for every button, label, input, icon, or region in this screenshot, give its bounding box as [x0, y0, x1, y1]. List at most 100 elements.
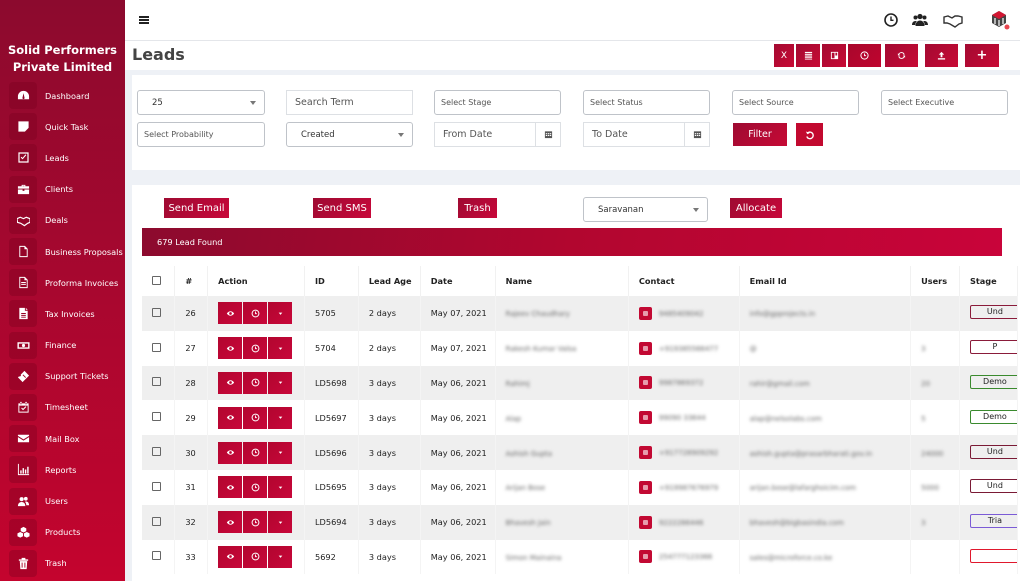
- stage-badge[interactable]: P: [969, 340, 1017, 355]
- more-actions-dropdown[interactable]: [268, 371, 293, 394]
- sidebar-item-products[interactable]: Products: [0, 517, 125, 548]
- phone-icon[interactable]: [638, 411, 652, 425]
- column-header[interactable]: ID: [304, 266, 359, 296]
- users-icon[interactable]: [912, 12, 928, 28]
- column-header[interactable]: #: [174, 266, 209, 296]
- followup-button[interactable]: [243, 511, 268, 534]
- sidebar-item-proforma-invoices[interactable]: Proforma Invoices: [0, 267, 125, 298]
- row-checkbox[interactable]: [152, 412, 161, 422]
- row-checkbox[interactable]: [152, 447, 161, 457]
- allocate-button[interactable]: Allocate: [730, 198, 782, 218]
- trash-button[interactable]: Trash: [458, 198, 497, 218]
- view-lead-button[interactable]: [218, 302, 243, 325]
- phone-icon[interactable]: [638, 446, 652, 460]
- more-actions-dropdown[interactable]: [268, 441, 293, 464]
- refresh-button[interactable]: [885, 44, 918, 67]
- stage-badge[interactable]: Demo: [969, 409, 1017, 424]
- column-header[interactable]: Stage: [959, 266, 1019, 296]
- filter-button[interactable]: Filter: [733, 123, 787, 146]
- sidebar-item-tax-invoices[interactable]: Tax Invoices: [0, 298, 125, 329]
- column-header[interactable]: Email Id: [739, 266, 912, 296]
- more-actions-dropdown[interactable]: [268, 337, 293, 360]
- followup-button[interactable]: [243, 476, 268, 499]
- stage-select[interactable]: Select Stage: [434, 90, 561, 115]
- phone-icon[interactable]: [638, 341, 652, 355]
- more-actions-dropdown[interactable]: [268, 476, 293, 499]
- status-select[interactable]: Select Status: [583, 90, 710, 115]
- sidebar-item-business-proposals[interactable]: Business Proposals: [0, 236, 125, 267]
- phone-icon[interactable]: [638, 480, 652, 494]
- followup-button[interactable]: [243, 406, 268, 429]
- export-excel-button[interactable]: X: [774, 44, 794, 67]
- stage-badge[interactable]: [969, 548, 1017, 563]
- add-lead-button[interactable]: +: [965, 44, 999, 67]
- sidebar-item-quick-task[interactable]: Quick Task: [0, 111, 125, 142]
- followup-button[interactable]: [243, 337, 268, 360]
- lead-id[interactable]: 5704: [304, 330, 359, 366]
- clock-icon[interactable]: [883, 12, 899, 28]
- app-logo-icon[interactable]: [989, 9, 1011, 31]
- view-lead-button[interactable]: [218, 371, 243, 394]
- view-lead-button[interactable]: [218, 476, 243, 499]
- column-header[interactable]: Date: [420, 266, 496, 296]
- upload-button[interactable]: [925, 44, 958, 67]
- column-header[interactable]: Contact: [628, 266, 740, 296]
- lead-id[interactable]: LD5696: [304, 435, 359, 470]
- more-actions-dropdown[interactable]: [268, 406, 293, 429]
- lead-id[interactable]: 5692: [304, 539, 359, 575]
- lead-id[interactable]: 5705: [304, 296, 359, 331]
- sidebar-item-deals[interactable]: Deals: [0, 205, 125, 236]
- probability-select[interactable]: Select Probability: [137, 122, 265, 147]
- sidebar-item-trash[interactable]: Trash: [0, 548, 125, 579]
- sidebar-item-dashboard[interactable]: Dashboard: [0, 80, 125, 111]
- send-email-button[interactable]: Send Email: [164, 198, 229, 218]
- stage-badge[interactable]: Und: [969, 444, 1017, 459]
- page-size-select[interactable]: 25: [137, 90, 265, 115]
- row-checkbox[interactable]: [152, 342, 161, 352]
- phone-icon[interactable]: [638, 376, 652, 390]
- executive-allocate-select[interactable]: Saravanan: [583, 197, 708, 222]
- sidebar-item-support-tickets[interactable]: Support Tickets: [0, 361, 125, 392]
- sidebar-item-finance[interactable]: Finance: [0, 330, 125, 361]
- sidebar-item-leads[interactable]: Leads: [0, 142, 125, 173]
- search-input[interactable]: Search Term: [286, 90, 413, 115]
- view-lead-button[interactable]: [218, 511, 243, 534]
- stage-badge[interactable]: Tria: [969, 514, 1017, 529]
- more-actions-dropdown[interactable]: [268, 545, 293, 568]
- date-type-select[interactable]: Created: [286, 122, 413, 147]
- more-actions-dropdown[interactable]: [268, 302, 293, 325]
- column-header[interactable]: Lead Age: [358, 266, 421, 296]
- phone-icon[interactable]: [638, 550, 652, 564]
- row-checkbox[interactable]: [152, 481, 161, 491]
- phone-icon[interactable]: [638, 515, 652, 529]
- followup-button[interactable]: [243, 302, 268, 325]
- view-lead-button[interactable]: [218, 545, 243, 568]
- stage-badge[interactable]: Und: [969, 305, 1017, 320]
- column-header[interactable]: Users: [910, 266, 960, 296]
- sidebar-item-users[interactable]: Users: [0, 485, 125, 516]
- to-date-input[interactable]: To Date: [583, 122, 710, 147]
- table-row[interactable]: 32 LD5694 3 days May 06, 2021 Bhavesh Jain 92…: [142, 504, 1019, 540]
- column-header[interactable]: Name: [495, 266, 629, 296]
- row-checkbox[interactable]: [152, 307, 161, 317]
- calendar-icon[interactable]: [684, 123, 709, 146]
- kanban-view-button[interactable]: [822, 44, 846, 67]
- hamburger-icon[interactable]: [139, 16, 149, 24]
- view-lead-button[interactable]: [218, 406, 243, 429]
- row-checkbox[interactable]: [152, 551, 161, 561]
- sidebar-item-reports[interactable]: Reports: [0, 454, 125, 485]
- view-lead-button[interactable]: [218, 441, 243, 464]
- followup-button[interactable]: [243, 441, 268, 464]
- table-row[interactable]: 29 LD5697 3 days May 06, 2021 Alap 99090 3364…: [142, 400, 1019, 436]
- lead-id[interactable]: LD5695: [304, 469, 359, 505]
- source-select[interactable]: Select Source: [732, 90, 859, 115]
- view-lead-button[interactable]: [218, 337, 243, 360]
- sidebar-item-clients[interactable]: Clients: [0, 174, 125, 205]
- reset-filters-button[interactable]: [796, 123, 823, 146]
- table-row[interactable]: 33 5692 3 days May 06, 2021 Simon Mainaina 25…: [142, 539, 1019, 575]
- table-row[interactable]: 27 5704 2 days May 07, 2021 Rakesh Kumar Val…: [142, 330, 1019, 366]
- row-checkbox[interactable]: [152, 516, 161, 526]
- sidebar-item-mail-box[interactable]: Mail Box: [0, 423, 125, 454]
- row-checkbox[interactable]: [152, 377, 161, 387]
- handshake-icon[interactable]: [943, 12, 963, 28]
